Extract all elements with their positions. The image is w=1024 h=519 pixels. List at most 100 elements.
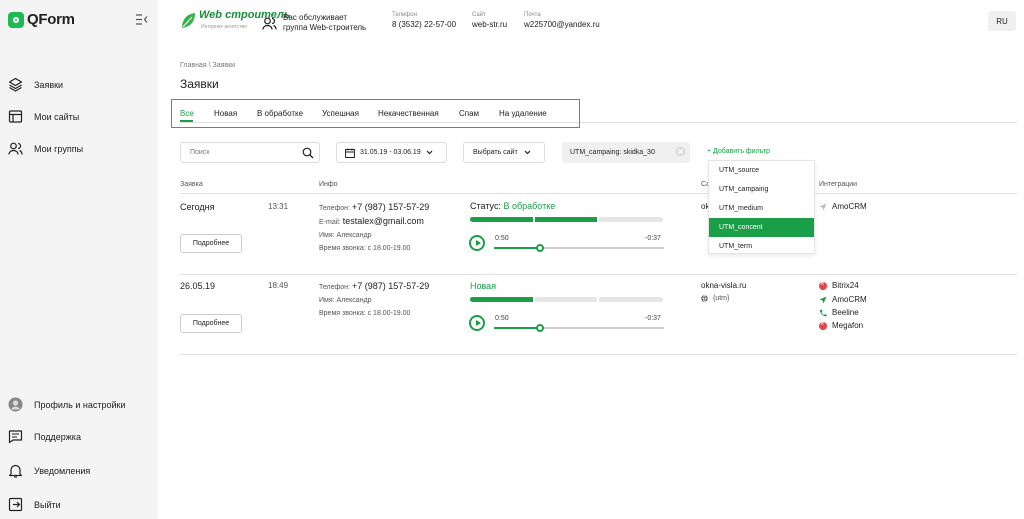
users-icon <box>262 17 277 30</box>
contact-phone: Телефон 8 (3532) 22-57-00 <box>392 12 456 29</box>
phone-value[interactable]: 8 (3532) 22-57-00 <box>392 20 456 29</box>
leaf-logo-icon <box>182 13 195 28</box>
name-value: Имя: Александр <box>319 232 372 239</box>
sidebar-item-logout[interactable]: Выйти <box>8 497 61 512</box>
site-value[interactable]: web-str.ru <box>472 20 507 29</box>
status-value[interactable]: Новая <box>470 281 496 291</box>
dropdown-option[interactable]: UTM_source <box>709 161 814 180</box>
integration-item: Beeline <box>819 308 859 317</box>
sidebar-item-label: Профиль и настройки <box>34 399 126 410</box>
progress-divider <box>533 217 535 222</box>
app-logo[interactable]: QForm <box>8 11 75 28</box>
chip-value: skidka_30 <box>623 149 655 156</box>
integration-name: Megafon <box>832 321 864 330</box>
status-value[interactable]: В обработке <box>503 201 555 211</box>
row-status: Статус: В обработке <box>470 201 555 211</box>
play-icon[interactable] <box>469 235 485 251</box>
filter-dropdown: UTM_source UTM_campaing UTM_medium UTM_c… <box>708 160 815 254</box>
sidebar-item-label: Выйти <box>34 499 61 510</box>
integration-name: AmoCRM <box>832 295 867 304</box>
error-icon <box>819 319 827 330</box>
status-label: Статус: <box>470 201 501 211</box>
sidebar-item-label: Уведомления <box>34 465 91 476</box>
sidebar-item-support[interactable]: Поддержка <box>8 429 81 444</box>
callback-value: Время звонка: с 18.00-19.00 <box>319 245 411 252</box>
column-header-request: Заявка <box>180 181 203 188</box>
chevron-down-icon <box>426 150 433 155</box>
audio-played <box>494 327 540 329</box>
avatar-icon <box>8 397 23 412</box>
dropdown-option[interactable]: UTM_campaing <box>709 180 814 199</box>
row-time: 13:31 <box>268 202 289 211</box>
send-icon <box>819 203 827 210</box>
progress-fill <box>470 297 534 302</box>
chip-key: UTM_campaing: <box>570 149 622 156</box>
globe-icon <box>701 295 708 302</box>
audio-track[interactable] <box>494 244 664 252</box>
integration-name: AmoCRM <box>832 202 867 211</box>
site-label: Сайт <box>472 12 486 18</box>
name-value: Имя: Александр <box>319 297 372 304</box>
row-divider <box>180 354 1017 355</box>
tabs-highlight-box <box>171 99 580 128</box>
users-icon <box>8 142 23 155</box>
sidebar-item-my-sites[interactable]: Мои сайты <box>8 109 79 124</box>
date-range-picker[interactable]: 31.05.19 - 03.06.19 <box>336 142 447 163</box>
row-status: Новая <box>470 281 496 291</box>
site-select[interactable]: Выбрать сайт <box>463 142 545 163</box>
sidebar-item-notifications[interactable]: Уведомления <box>8 463 90 478</box>
sidebar: QForm Заявки Мои сайты Мои группы Профил… <box>0 0 158 519</box>
chevron-down-icon <box>524 150 531 155</box>
sidebar-item-label: Мои сайты <box>34 111 80 122</box>
details-button[interactable]: Подробнее <box>180 234 242 253</box>
progress-divider <box>533 297 535 302</box>
row-site[interactable]: okna-visla.ru <box>701 281 746 290</box>
audio-start-time: 0:50 <box>495 235 509 242</box>
sidebar-item-profile[interactable]: Профиль и настройки <box>8 397 125 412</box>
header-divider <box>180 193 1017 194</box>
logo-icon <box>8 11 24 28</box>
dropdown-option-selected[interactable]: UTM_concent <box>709 218 814 237</box>
status-progress <box>470 217 663 222</box>
calendar-icon <box>345 148 355 158</box>
breadcrumb[interactable]: Главная \ Заявки <box>180 62 235 69</box>
filter-chip: UTM_campaing: skidka_30 <box>562 142 690 163</box>
mail-label: Почта <box>524 12 541 18</box>
send-icon <box>819 296 827 303</box>
row-info: Телефон: +7 (987) 157-57-29 E-mail: test… <box>319 201 429 255</box>
sidebar-item-label: Поддержка <box>34 431 81 442</box>
search-icon[interactable] <box>302 147 314 159</box>
sidebar-item-requests[interactable]: Заявки <box>8 77 63 92</box>
search-box <box>180 142 320 163</box>
row-date: Сегодня <box>180 202 215 212</box>
served-by: Вас обслуживает группа Web-строитель <box>262 13 366 33</box>
add-filter-button[interactable]: + Добавить фильтр <box>707 148 770 155</box>
bell-icon <box>8 464 23 478</box>
audio-end-time: -0:37 <box>645 315 661 322</box>
integration-name: Bitrix24 <box>832 281 859 290</box>
utm-tag: {utm} <box>713 295 730 302</box>
details-button[interactable]: Подробнее <box>180 314 242 333</box>
dropdown-option[interactable]: UTM_medium <box>709 199 814 218</box>
audio-knob[interactable] <box>535 244 544 252</box>
row-divider <box>180 274 1017 275</box>
row-site-utm: {utm} <box>701 295 729 302</box>
column-header-integrations: Интеграции <box>819 181 858 188</box>
sidebar-item-label: Мои группы <box>34 143 84 154</box>
audio-start-time: 0:50 <box>495 315 509 322</box>
play-icon[interactable] <box>469 315 485 331</box>
sidebar-item-my-groups[interactable]: Мои группы <box>8 141 83 156</box>
collapse-sidebar-icon[interactable] <box>135 14 148 25</box>
integration-item: Bitrix24 <box>819 279 859 290</box>
audio-played <box>494 247 540 249</box>
close-icon[interactable] <box>675 146 686 157</box>
integration-item: Megafon <box>819 319 864 330</box>
audio-knob[interactable] <box>535 324 544 332</box>
mail-value[interactable]: w225700@yandex.ru <box>524 20 600 29</box>
phone-label: Телефон: <box>319 284 350 291</box>
search-input[interactable] <box>190 149 300 156</box>
phone-label: Телефон: <box>319 205 350 212</box>
dropdown-option[interactable]: UTM_term <box>709 237 814 256</box>
audio-track[interactable] <box>494 324 664 332</box>
language-button[interactable]: RU <box>988 11 1016 31</box>
